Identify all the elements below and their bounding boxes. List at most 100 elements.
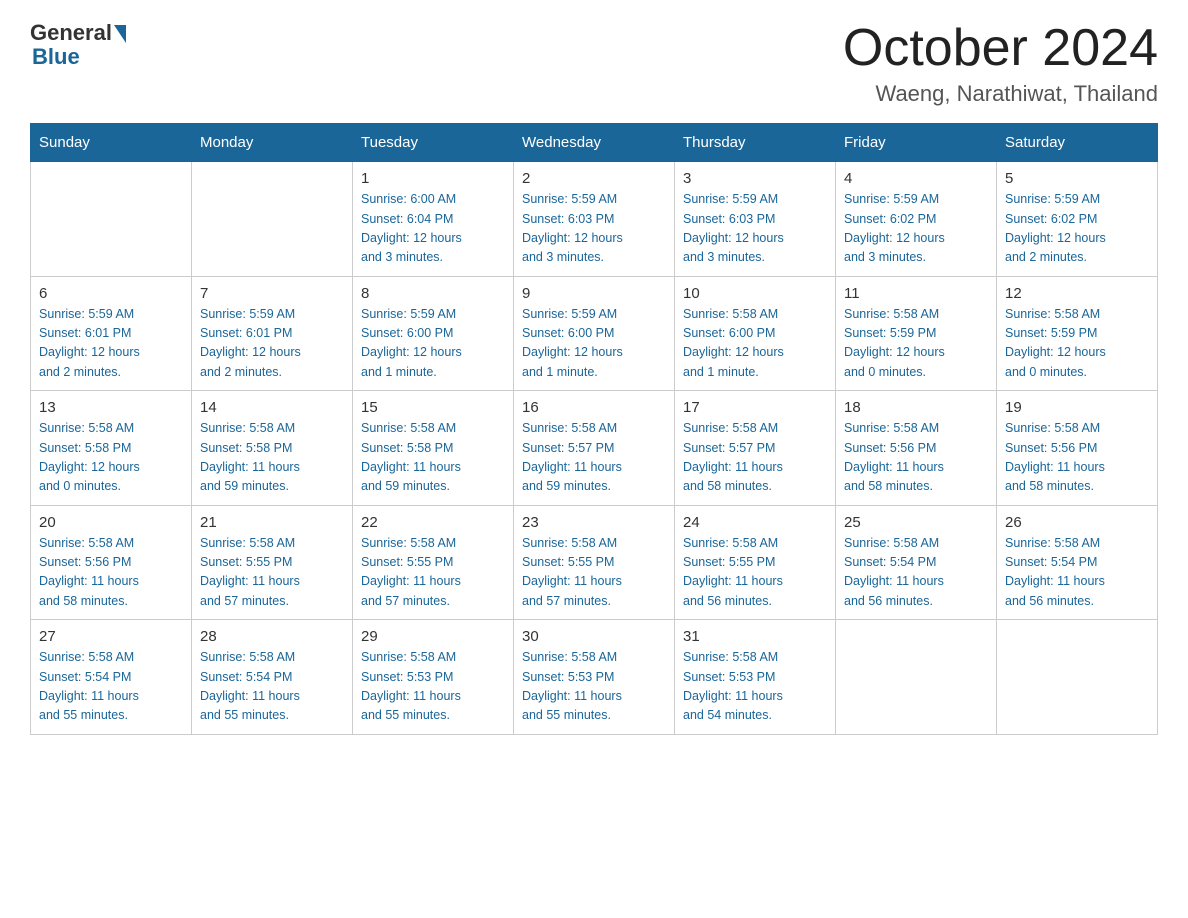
calendar-cell: 12 Sunrise: 5:58 AM Sunset: 5:59 PM Dayli… — [997, 276, 1158, 391]
calendar-cell: 22 Sunrise: 5:58 AM Sunset: 5:55 PM Dayli… — [353, 505, 514, 620]
col-header-tuesday: Tuesday — [353, 124, 514, 162]
calendar-cell: 7 Sunrise: 5:59 AM Sunset: 6:01 PM Daylig… — [192, 276, 353, 391]
day-number: 15 — [361, 399, 505, 416]
week-row-2: 6 Sunrise: 5:59 AM Sunset: 6:01 PM Daylig… — [31, 276, 1158, 391]
calendar-cell: 6Sunrise: 5:59 AM Sunset: 6:01 PM Daylig… — [31, 276, 192, 391]
day-detail: Sunrise: 5:58 AM Sunset: 5:58 PM Dayligh… — [200, 419, 344, 497]
day-number: 20 — [39, 514, 183, 531]
day-number: 18 — [844, 399, 988, 416]
calendar-cell: 3 Sunrise: 5:59 AM Sunset: 6:03 PM Daylig… — [675, 162, 836, 277]
calendar-cell: 5 Sunrise: 5:59 AM Sunset: 6:02 PM Daylig… — [997, 162, 1158, 277]
calendar-cell: 9 Sunrise: 5:59 AM Sunset: 6:00 PM Daylig… — [514, 276, 675, 391]
calendar-cell: 14Sunrise: 5:58 AM Sunset: 5:58 PM Dayli… — [192, 391, 353, 506]
day-number: 7 — [200, 285, 344, 302]
col-header-thursday: Thursday — [675, 124, 836, 162]
day-number: 11 — [844, 285, 988, 302]
calendar-cell: 29 Sunrise: 5:58 AM Sunset: 5:53 PM Dayli… — [353, 620, 514, 735]
logo-top: General — [30, 20, 126, 46]
day-detail: Sunrise: 5:58 AM Sunset: 5:59 PM Dayligh… — [1005, 305, 1149, 383]
calendar-cell: 8 Sunrise: 5:59 AM Sunset: 6:00 PM Daylig… — [353, 276, 514, 391]
day-detail: Sunrise: 5:58 AM Sunset: 5:53 PM Dayligh… — [361, 648, 505, 726]
day-detail: Sunrise: 5:58 AM Sunset: 5:53 PM Dayligh… — [683, 648, 827, 726]
calendar-header-row: SundayMondayTuesdayWednesdayThursdayFrid… — [31, 124, 1158, 162]
day-detail: Sunrise: 5:58 AM Sunset: 5:54 PM Dayligh… — [844, 534, 988, 612]
day-number: 13 — [39, 399, 183, 416]
calendar-cell: 31 Sunrise: 5:58 AM Sunset: 5:53 PM Dayli… — [675, 620, 836, 735]
day-detail: Sunrise: 5:59 AM Sunset: 6:02 PM Dayligh… — [1005, 190, 1149, 268]
logo: General Blue — [30, 20, 126, 70]
day-detail: Sunrise: 5:58 AM Sunset: 5:56 PM Dayligh… — [844, 419, 988, 497]
col-header-friday: Friday — [836, 124, 997, 162]
day-detail: Sunrise: 5:58 AM Sunset: 5:55 PM Dayligh… — [361, 534, 505, 612]
day-number: 17 — [683, 399, 827, 416]
calendar-cell — [836, 620, 997, 735]
day-number: 24 — [683, 514, 827, 531]
col-header-sunday: Sunday — [31, 124, 192, 162]
day-detail: Sunrise: 5:58 AM Sunset: 5:56 PM Dayligh… — [39, 534, 183, 612]
calendar-cell: 30Sunrise: 5:58 AM Sunset: 5:53 PM Dayli… — [514, 620, 675, 735]
day-number: 5 — [1005, 170, 1149, 187]
day-number: 28 — [200, 628, 344, 645]
day-number: 12 — [1005, 285, 1149, 302]
day-detail: Sunrise: 5:59 AM Sunset: 6:00 PM Dayligh… — [361, 305, 505, 383]
calendar-cell — [192, 162, 353, 277]
calendar-cell: 11Sunrise: 5:58 AM Sunset: 5:59 PM Dayli… — [836, 276, 997, 391]
day-number: 6 — [39, 285, 183, 302]
day-detail: Sunrise: 5:58 AM Sunset: 5:55 PM Dayligh… — [200, 534, 344, 612]
day-detail: Sunrise: 5:58 AM Sunset: 5:55 PM Dayligh… — [683, 534, 827, 612]
calendar-cell: 17 Sunrise: 5:58 AM Sunset: 5:57 PM Dayli… — [675, 391, 836, 506]
logo-general-text: General — [30, 20, 112, 46]
calendar-cell: 1Sunrise: 6:00 AM Sunset: 6:04 PM Daylig… — [353, 162, 514, 277]
calendar-cell: 23 Sunrise: 5:58 AM Sunset: 5:55 PM Dayli… — [514, 505, 675, 620]
week-row-3: 13 Sunrise: 5:58 AM Sunset: 5:58 PM Dayli… — [31, 391, 1158, 506]
day-detail: Sunrise: 5:58 AM Sunset: 5:54 PM Dayligh… — [1005, 534, 1149, 612]
logo-arrow-icon — [114, 25, 126, 43]
calendar-cell: 21 Sunrise: 5:58 AM Sunset: 5:55 PM Dayli… — [192, 505, 353, 620]
calendar-cell: 20 Sunrise: 5:58 AM Sunset: 5:56 PM Dayli… — [31, 505, 192, 620]
day-detail: Sunrise: 6:00 AM Sunset: 6:04 PM Dayligh… — [361, 190, 505, 268]
day-detail: Sunrise: 5:58 AM Sunset: 5:57 PM Dayligh… — [683, 419, 827, 497]
day-number: 29 — [361, 628, 505, 645]
day-number: 23 — [522, 514, 666, 531]
day-detail: Sunrise: 5:58 AM Sunset: 5:56 PM Dayligh… — [1005, 419, 1149, 497]
day-detail: Sunrise: 5:59 AM Sunset: 6:03 PM Dayligh… — [683, 190, 827, 268]
calendar-cell: 4 Sunrise: 5:59 AM Sunset: 6:02 PM Daylig… — [836, 162, 997, 277]
day-number: 4 — [844, 170, 988, 187]
day-detail: Sunrise: 5:58 AM Sunset: 5:58 PM Dayligh… — [361, 419, 505, 497]
logo-blue-text: Blue — [30, 44, 80, 70]
col-header-monday: Monday — [192, 124, 353, 162]
day-detail: Sunrise: 5:59 AM Sunset: 6:00 PM Dayligh… — [522, 305, 666, 383]
day-detail: Sunrise: 5:58 AM Sunset: 5:54 PM Dayligh… — [200, 648, 344, 726]
day-number: 10 — [683, 285, 827, 302]
day-detail: Sunrise: 5:58 AM Sunset: 5:54 PM Dayligh… — [39, 648, 183, 726]
day-number: 26 — [1005, 514, 1149, 531]
calendar-cell: 26 Sunrise: 5:58 AM Sunset: 5:54 PM Dayli… — [997, 505, 1158, 620]
day-number: 22 — [361, 514, 505, 531]
calendar-table: SundayMondayTuesdayWednesdayThursdayFrid… — [30, 123, 1158, 735]
day-detail: Sunrise: 5:58 AM Sunset: 5:53 PM Dayligh… — [522, 648, 666, 726]
calendar-cell: 2Sunrise: 5:59 AM Sunset: 6:03 PM Daylig… — [514, 162, 675, 277]
day-detail: Sunrise: 5:59 AM Sunset: 6:02 PM Dayligh… — [844, 190, 988, 268]
day-number: 21 — [200, 514, 344, 531]
calendar-cell — [997, 620, 1158, 735]
day-detail: Sunrise: 5:58 AM Sunset: 5:57 PM Dayligh… — [522, 419, 666, 497]
sub-title: Waeng, Narathiwat, Thailand — [843, 81, 1158, 107]
day-number: 9 — [522, 285, 666, 302]
day-number: 31 — [683, 628, 827, 645]
day-number: 27 — [39, 628, 183, 645]
day-number: 3 — [683, 170, 827, 187]
day-detail: Sunrise: 5:58 AM Sunset: 5:55 PM Dayligh… — [522, 534, 666, 612]
col-header-wednesday: Wednesday — [514, 124, 675, 162]
day-number: 16 — [522, 399, 666, 416]
day-number: 8 — [361, 285, 505, 302]
main-title: October 2024 — [843, 20, 1158, 77]
page-header: General Blue October 2024 Waeng, Narathi… — [30, 20, 1158, 107]
week-row-4: 20 Sunrise: 5:58 AM Sunset: 5:56 PM Dayli… — [31, 505, 1158, 620]
day-number: 2 — [522, 170, 666, 187]
week-row-1: 1Sunrise: 6:00 AM Sunset: 6:04 PM Daylig… — [31, 162, 1158, 277]
calendar-cell: 24 Sunrise: 5:58 AM Sunset: 5:55 PM Dayli… — [675, 505, 836, 620]
day-number: 25 — [844, 514, 988, 531]
day-detail: Sunrise: 5:59 AM Sunset: 6:01 PM Dayligh… — [200, 305, 344, 383]
calendar-cell: 13Sunrise: 5:58 AM Sunset: 5:58 PM Dayli… — [31, 391, 192, 506]
title-block: October 2024 Waeng, Narathiwat, Thailand — [843, 20, 1158, 107]
